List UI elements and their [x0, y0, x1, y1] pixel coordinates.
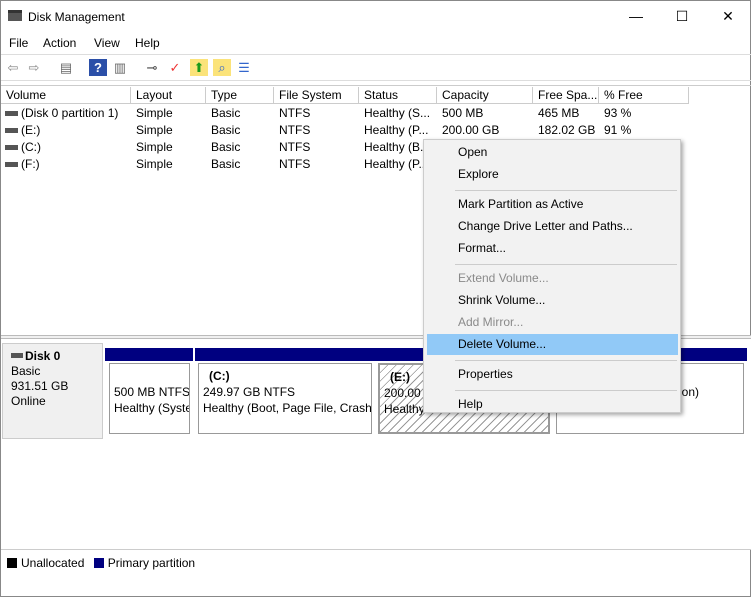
menu-item-help[interactable]: Help — [427, 394, 678, 415]
menu-separator — [455, 264, 677, 265]
column-header[interactable]: Status — [359, 87, 437, 104]
column-header[interactable]: Capacity — [437, 87, 533, 104]
table-cell: (E:) — [21, 123, 41, 137]
table-cell: Basic — [211, 140, 241, 154]
table-cell: Healthy (P... — [364, 123, 429, 137]
disk-0-label[interactable]: Disk 0 Basic 931.51 GB Online — [2, 343, 103, 439]
show-action-pane-icon[interactable]: ▥ — [111, 59, 129, 76]
volume-icon — [5, 128, 18, 133]
column-header[interactable]: Layout — [131, 87, 206, 104]
disk-type: Basic — [11, 364, 41, 378]
maximize-button[interactable]: ☐ — [659, 1, 705, 31]
import-folder-icon[interactable]: ⬆ — [190, 59, 208, 76]
forward-icon[interactable]: ⇨ — [25, 59, 43, 76]
column-header[interactable]: Type — [206, 87, 274, 104]
partition-bar — [105, 348, 193, 361]
menu-separator — [455, 190, 677, 191]
window-title: Disk Management — [28, 10, 125, 24]
primary-partition-swatch — [93, 558, 104, 568]
menu-item-properties[interactable]: Properties — [427, 364, 678, 385]
column-header[interactable]: % Free — [599, 87, 689, 104]
table-cell: Basic — [211, 123, 241, 137]
menu-item-delete-volume[interactable]: Delete Volume... — [427, 334, 678, 355]
table-row[interactable]: (Disk 0 partition 1) Simple Basic NTFS Healt… — [1, 105, 751, 122]
table-cell: 91 % — [604, 123, 632, 137]
menu-action[interactable]: Action — [43, 36, 76, 50]
table-cell: 200.00 GB — [442, 123, 500, 137]
search-folder-icon[interactable]: ⌕ — [213, 59, 231, 76]
menu-item-add-mirror: Add Mirror... — [458, 315, 524, 329]
minimize-button[interactable]: — — [613, 1, 659, 31]
menu-item-explore[interactable]: Explore — [427, 164, 678, 185]
legend-primary: Primary partition — [107, 556, 196, 570]
disk-icon — [11, 353, 23, 358]
table-cell: 182.02 GB — [538, 123, 596, 137]
table-row[interactable]: (E:) Simple Basic NTFS Healthy (P... 200.00 G… — [1, 122, 751, 139]
partition-block[interactable]: 500 MB NTFS Healthy (Syste — [105, 348, 193, 434]
legend: Unallocated Primary partition — [1, 549, 751, 575]
disk-status: Online — [11, 394, 46, 408]
menu-item-open[interactable]: Open — [427, 142, 678, 163]
partition-status: Healthy (Boot, Page File, Crash — [203, 401, 372, 415]
menu-item-mark-partition-as-active[interactable]: Mark Partition as Active — [427, 194, 678, 215]
context-menu: Open Explore Mark Partition as Active Chang… — [423, 139, 681, 413]
menu-separator — [455, 390, 677, 391]
partition-size: 249.97 GB NTFS — [203, 385, 296, 399]
table-cell: NTFS — [279, 106, 311, 120]
disk-size: 931.51 GB — [11, 379, 69, 393]
menu-item-shrink-volume[interactable]: Shrink Volume... — [427, 290, 678, 311]
table-cell: NTFS — [279, 157, 311, 171]
partition-body: 500 MB NTFS Healthy (Syste — [109, 363, 190, 434]
disk-name-text: Disk 0 — [25, 349, 61, 363]
volume-icon — [5, 111, 18, 116]
column-header[interactable]: Volume — [1, 87, 131, 104]
column-header[interactable]: File System — [274, 87, 359, 104]
table-cell: 465 MB — [538, 106, 580, 120]
title-bar: Disk Management — ☐ ✕ — [1, 1, 751, 33]
close-button[interactable]: ✕ — [705, 1, 751, 31]
partition-status: Healthy (Syste — [114, 401, 190, 415]
menu-item-format[interactable]: Format... — [427, 238, 678, 259]
volume-icon — [5, 162, 18, 167]
partition-body: (C:) 249.97 GB NTFS Healthy (Boot, Page Fi… — [198, 363, 372, 434]
table-cell: Basic — [211, 106, 241, 120]
legend-unallocated: Unallocated — [21, 556, 85, 570]
menu-help[interactable]: Help — [135, 36, 160, 50]
back-icon[interactable]: ⇦ — [4, 59, 22, 76]
table-cell: (Disk 0 partition 1) — [21, 106, 119, 120]
table-cell: Basic — [211, 157, 241, 171]
properties-list-icon[interactable]: ☰ — [235, 59, 253, 76]
show-hide-console-tree-icon[interactable]: ▤ — [57, 59, 75, 76]
unallocated-swatch — [7, 558, 17, 568]
help-icon[interactable]: ? — [89, 59, 107, 76]
menu-file[interactable]: File — [9, 36, 28, 50]
table-cell: Healthy (S... — [364, 106, 431, 120]
partition-size: 500 MB NTFS — [114, 385, 190, 399]
menu-view[interactable]: View — [94, 36, 120, 50]
menu-separator — [455, 360, 677, 361]
table-cell: 500 MB — [442, 106, 484, 120]
table-cell: Simple — [136, 106, 173, 120]
disk-management-icon — [8, 10, 22, 21]
table-cell: NTFS — [279, 140, 311, 154]
table-cell: Simple — [136, 123, 173, 137]
connect-drive-icon[interactable]: ⊸ — [143, 59, 161, 76]
partition-block[interactable]: (C:) 249.97 GB NTFS Healthy (Boot, Page Fi… — [195, 348, 375, 434]
disk-name: Disk 0 — [11, 349, 94, 364]
menu-item-change-drive-letter-and-paths[interactable]: Change Drive Letter and Paths... — [427, 216, 678, 237]
partition-bar — [195, 348, 375, 361]
table-cell: (F:) — [21, 157, 40, 171]
table-cell: 93 % — [604, 106, 632, 120]
table-cell: Simple — [136, 140, 173, 154]
table-cell: NTFS — [279, 123, 311, 137]
menu-bar: File Action View Help — [1, 33, 751, 53]
checklist-icon[interactable]: ✓ — [166, 59, 184, 76]
partition-label: (C:) — [209, 369, 230, 383]
volume-icon — [5, 145, 18, 150]
table-cell: (C:) — [21, 140, 41, 154]
column-header[interactable]: Free Spa... — [533, 87, 599, 104]
menu-item-extend-volume: Extend Volume... — [458, 271, 549, 285]
table-cell: Simple — [136, 157, 173, 171]
